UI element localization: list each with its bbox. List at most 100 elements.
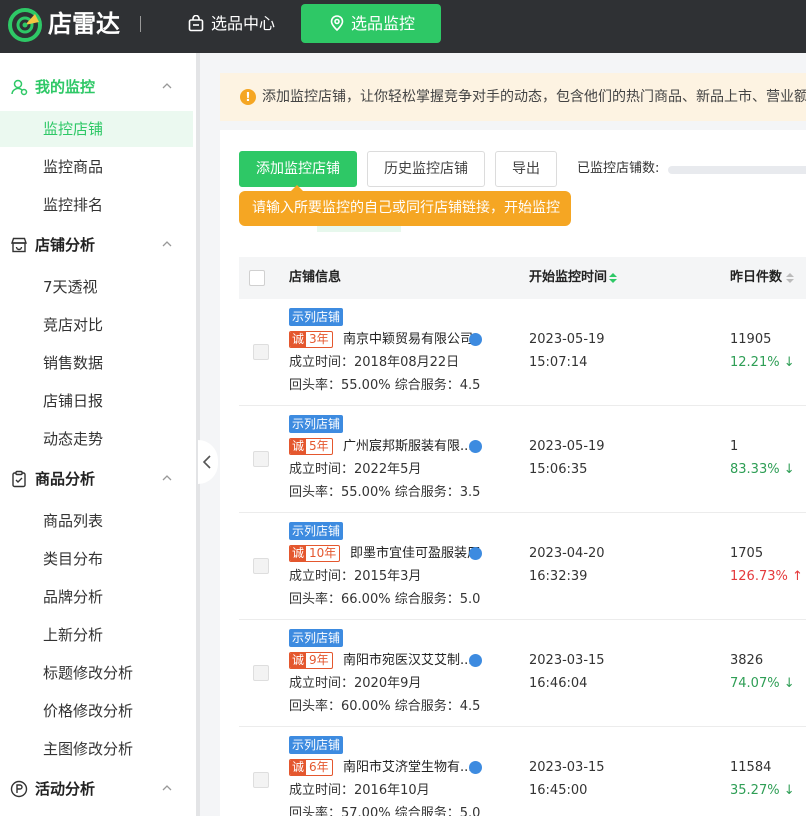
- sidebar-item-7day[interactable]: 7天透视: [0, 269, 193, 305]
- wangwang-icon[interactable]: [469, 440, 482, 453]
- wangwang-icon[interactable]: [469, 547, 482, 560]
- shop-stats: 回头率：57.00% 综合服务：5.0: [289, 806, 481, 816]
- change-percent: 83.33% ↓: [730, 460, 795, 480]
- sidebar-item-monitor-ranking[interactable]: 监控排名: [0, 187, 193, 223]
- shop-name-link[interactable]: 即墨市宜佳可盈服装厂: [350, 544, 480, 564]
- change-percent: 126.73% ↑: [730, 567, 803, 587]
- wangwang-icon[interactable]: [469, 654, 482, 667]
- history-monitor-shop-button[interactable]: 历史监控店铺: [367, 151, 485, 187]
- sidebar-item-brand[interactable]: 品牌分析: [0, 579, 193, 615]
- monitor-time: 15:06:35: [529, 462, 588, 477]
- shop-name-link[interactable]: 南京中颖贸易有限公司: [343, 330, 473, 350]
- add-shop-tooltip: 请输入所要监控的自己或同行店铺链接，开始监控: [239, 185, 571, 226]
- monitored-count-label: 已监控店铺数:: [577, 161, 660, 176]
- monitor-date: 2023-03-15: [529, 760, 605, 775]
- sort-icon[interactable]: [785, 272, 795, 284]
- monitor-user-icon: [11, 79, 28, 96]
- cheng-years: 5年: [309, 439, 329, 453]
- yesterday-count: 3826: [730, 653, 764, 668]
- change-percent-value: 126.73%: [730, 569, 788, 584]
- table-row[interactable]: 示列店铺 诚 3年 南京中颖贸易有限公司 成立时间：2018年08月22日 回头率…: [239, 299, 806, 406]
- shop-name-link[interactable]: 南阳市艾济堂生物有...: [343, 758, 472, 778]
- sidebar-group-product-analysis[interactable]: 商品分析: [0, 459, 196, 499]
- bag-icon: [188, 15, 204, 32]
- cheng-years: 6年: [309, 760, 329, 774]
- arrow-down-icon: ↓: [783, 355, 795, 370]
- monitor-date: 2023-03-15: [529, 653, 605, 668]
- store-icon: [11, 237, 27, 253]
- cheng-label: 诚: [290, 546, 307, 561]
- chevron-up-icon: [162, 241, 172, 247]
- shop-name-link[interactable]: 广州宸邦斯服装有限...: [343, 437, 472, 457]
- sidebar-group-activity-analysis[interactable]: 活动分析: [0, 769, 196, 809]
- monitor-time: 16:45:00: [529, 783, 588, 798]
- change-percent: 35.27% ↓: [730, 781, 795, 801]
- sidebar-item-category[interactable]: 类目分布: [0, 541, 193, 577]
- nav-product-monitor[interactable]: 选品监控: [301, 4, 441, 43]
- sidebar-item-monitor-shops[interactable]: 监控店铺: [0, 111, 193, 147]
- arrow-down-icon: ↓: [783, 462, 795, 477]
- notice-text: 添加监控店铺，让你轻松掌握竞争对手的动态，包含他们的热门商品、新品上市、营业额: [262, 89, 806, 105]
- yesterday-count: 11584: [730, 760, 772, 775]
- shop-founded: 成立时间：2016年10月: [289, 783, 430, 798]
- col-shop-info: 店铺信息: [289, 270, 342, 285]
- sidebar-item-compare[interactable]: 竞店对比: [0, 307, 193, 343]
- change-percent-value: 35.27%: [730, 783, 780, 798]
- sidebar-item-title-change[interactable]: 标题修改分析: [0, 655, 193, 691]
- sidebar-item-sales[interactable]: 销售数据: [0, 345, 193, 381]
- wangwang-icon[interactable]: [469, 761, 482, 774]
- export-button[interactable]: 导出: [495, 151, 557, 187]
- clipboard-icon: [12, 470, 26, 488]
- notice-banner: ! 添加监控店铺，让你轻松掌握竞争对手的动态，包含他们的热门商品、新品上市、营业…: [220, 73, 806, 121]
- chevron-left-icon: [202, 455, 211, 469]
- cheng-label: 诚: [290, 332, 307, 347]
- add-monitor-shop-button[interactable]: 添加监控店铺: [239, 151, 357, 187]
- select-all-checkbox[interactable]: [249, 270, 265, 286]
- col-start-time[interactable]: 开始监控时间: [529, 257, 607, 299]
- sidebar-item-daily[interactable]: 店铺日报: [0, 383, 193, 419]
- cheng-badge: 诚 6年: [289, 759, 333, 776]
- sidebar-collapse-button[interactable]: [198, 440, 218, 484]
- sidebar-item-trend[interactable]: 动态走势: [0, 421, 193, 457]
- sidebar-scrollbar[interactable]: [196, 53, 200, 816]
- sidebar-item-image-change[interactable]: 主图修改分析: [0, 731, 193, 767]
- demo-shop-tag: 示列店铺: [289, 736, 344, 754]
- sidebar-group-my-monitor[interactable]: 我的监控: [0, 67, 196, 107]
- table-row[interactable]: 示列店铺 诚 10年 即墨市宜佳可盈服装厂 成立时间：2015年3月 回头率：66…: [239, 513, 806, 620]
- cheng-label: 诚: [290, 760, 307, 775]
- row-checkbox[interactable]: [253, 772, 269, 788]
- sidebar-item-price-change[interactable]: 价格修改分析: [0, 693, 193, 729]
- monitor-date: 2023-05-19: [529, 332, 605, 347]
- sort-icon[interactable]: [608, 272, 618, 284]
- row-checkbox[interactable]: [253, 344, 269, 360]
- sidebar-item-product-list[interactable]: 商品列表: [0, 503, 193, 539]
- logo-text[interactable]: 店雷达: [48, 8, 120, 40]
- shop-stats: 回头率：66.00% 综合服务：5.0: [289, 592, 481, 607]
- sidebar-group-label: 店铺分析: [35, 236, 96, 254]
- col-yesterday-count[interactable]: 昨日件数: [730, 257, 782, 299]
- wangwang-icon[interactable]: [469, 333, 482, 346]
- sidebar-group-shop-analysis[interactable]: 店铺分析: [0, 225, 196, 265]
- row-checkbox[interactable]: [253, 558, 269, 574]
- arrow-down-icon: ↓: [783, 676, 795, 691]
- shop-name-link[interactable]: 南阳市宛医汉艾艾制...: [343, 651, 472, 671]
- table-header: 店铺信息 开始监控时间 昨日件数: [239, 257, 806, 299]
- change-percent-value: 83.33%: [730, 462, 780, 477]
- cheng-badge: 诚 5年: [289, 438, 333, 455]
- sidebar: 我的监控 监控店铺 监控商品 监控排名 店铺分析 7天透视 竞店对比 销售数据 …: [0, 53, 196, 816]
- cheng-badge: 诚 10年: [289, 545, 341, 562]
- table-row[interactable]: 示列店铺 诚 6年 南阳市艾济堂生物有... 成立时间：2016年10月 回头率：…: [239, 727, 806, 816]
- row-checkbox[interactable]: [253, 451, 269, 467]
- logo-icon[interactable]: [8, 8, 42, 42]
- nav-product-center[interactable]: 选品中心: [188, 4, 288, 43]
- cheng-years: 10年: [309, 546, 337, 560]
- table-row[interactable]: 示列店铺 诚 9年 南阳市宛医汉艾艾制... 成立时间：2020年9月 回头率：6…: [239, 620, 806, 727]
- main-panel: 添加监控店铺 历史监控店铺 导出 已监控店铺数: 请输入所要监控的自己或同行店铺…: [220, 130, 806, 816]
- sidebar-item-monitor-products[interactable]: 监控商品: [0, 149, 193, 185]
- sidebar-item-new[interactable]: 上新分析: [0, 617, 193, 653]
- sidebar-group-label: 商品分析: [35, 470, 96, 488]
- row-checkbox[interactable]: [253, 665, 269, 681]
- table-row[interactable]: 示列店铺 诚 5年 广州宸邦斯服装有限... 成立时间：2022年5月 回头率：5…: [239, 406, 806, 513]
- warning-icon: !: [240, 89, 256, 105]
- location-icon: [330, 15, 344, 32]
